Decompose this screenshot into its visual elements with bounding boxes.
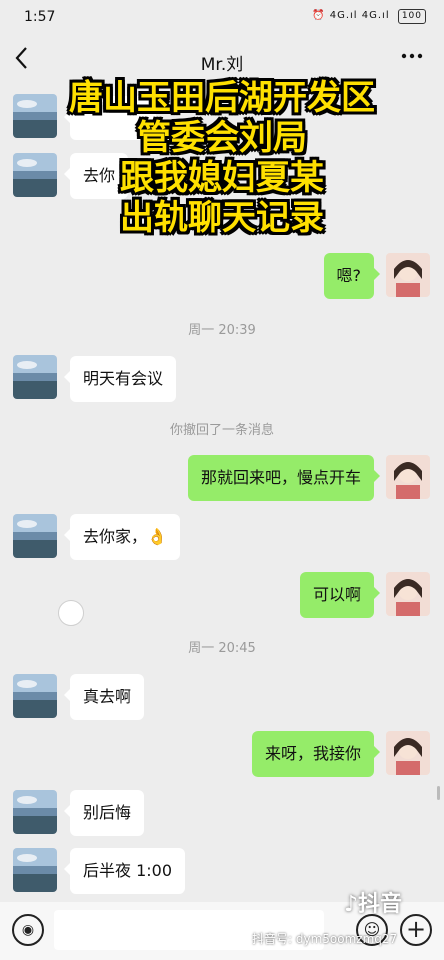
message-bubble-out[interactable]: 来呀，我接你 [251, 731, 381, 777]
my-avatar[interactable] [386, 572, 430, 616]
more-dots-icon [401, 53, 423, 59]
contact-avatar[interactable] [13, 674, 57, 718]
timestamp: 周一 20:45 [188, 641, 256, 656]
contact-avatar[interactable] [13, 514, 57, 558]
message-bubble-out[interactable]: 可以啊 [299, 572, 381, 618]
message-bubble-out[interactable]: 嗯? [323, 253, 380, 299]
scrollbar[interactable] [437, 786, 440, 800]
contact-avatar[interactable] [13, 355, 57, 399]
more-button[interactable] [400, 44, 424, 75]
watermark-account: 抖音号: dym5oomzmq27 [252, 932, 398, 946]
contact-avatar[interactable] [13, 790, 57, 834]
message-bubble-in[interactable]: 后半夜 1:00 [63, 848, 186, 894]
overlay-caption-line: 唐山玉田后湖开发区 [69, 78, 375, 118]
chat-title: Mr.刘 [200, 55, 244, 75]
message-bubble-in[interactable]: 去你家，👌 [64, 514, 180, 560]
message-bubble-in[interactable]: 别后悔 [63, 790, 145, 836]
overlay-caption-line: 出轨聊天记录 [120, 198, 324, 238]
my-avatar[interactable] [386, 731, 430, 775]
my-avatar[interactable] [386, 455, 430, 499]
status-icons: ⏰ 4G.ıl 4G.ıl 100 [312, 9, 426, 24]
select-circle[interactable] [58, 600, 84, 626]
message-bubble-in[interactable]: 明天有会议 [63, 356, 177, 402]
plus-icon[interactable]: + [400, 914, 432, 946]
message-bubble-out[interactable]: 那就回来吧，慢点开车 [187, 455, 381, 501]
status-time: 1:57 [24, 9, 56, 25]
status-bar: 1:57 ⏰ 4G.ıl 4G.ıl 100 [0, 0, 444, 36]
overlay-caption-line: 管委会刘局 [137, 118, 307, 158]
contact-avatar[interactable] [13, 848, 57, 892]
overlay-caption-line: 跟我媳妇夏某 [120, 158, 324, 198]
douyin-logo: ♪抖音 [344, 892, 403, 917]
battery-icon: 100 [397, 9, 426, 24]
signal-icons: ⏰ 4G.ıl 4G.ıl [312, 10, 390, 21]
message-bubble-in[interactable]: 真去啊 [63, 674, 145, 720]
my-avatar[interactable] [386, 253, 430, 297]
recall-notice: 你撤回了一条消息 [169, 423, 274, 438]
voice-icon[interactable]: ◉ [12, 914, 44, 946]
timestamp: 周一 20:39 [188, 323, 256, 338]
